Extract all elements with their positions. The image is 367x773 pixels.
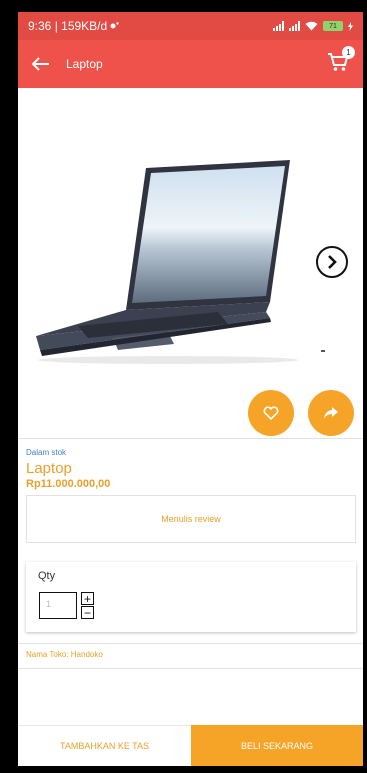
app-bar: Laptop 1 xyxy=(18,40,363,88)
quantity-label: Qty xyxy=(38,570,56,582)
status-right: 71 xyxy=(273,21,353,31)
notification-icon xyxy=(110,21,119,28)
battery-icon: 71 xyxy=(323,21,343,31)
write-review-label: Menulis review xyxy=(161,514,221,524)
buy-now-label: BELI SEKARANG xyxy=(240,740,314,751)
next-image-button[interactable] xyxy=(316,246,348,278)
share-button[interactable] xyxy=(308,390,354,436)
product-name: Laptop xyxy=(26,460,72,477)
screen: 9:36 | 159KB/d 71 Laptop 1 Dalam stok La… xyxy=(18,12,363,766)
divider xyxy=(18,643,363,644)
bottom-action-bar: TAMBAHKAN KE TAS BELI SEKARANG xyxy=(18,725,363,766)
quantity-increase-button[interactable]: + xyxy=(81,592,94,605)
product-gallery[interactable] xyxy=(18,88,363,438)
cart-badge: 1 xyxy=(342,46,355,59)
divider xyxy=(18,438,363,439)
store-name: Nama Toko: Handoko xyxy=(26,650,103,659)
divider xyxy=(18,668,363,669)
stock-status: Dalam stok xyxy=(26,448,67,457)
status-time: 9:36 | 159KB/d xyxy=(28,19,108,33)
buy-now-button[interactable]: BELI SEKARANG xyxy=(191,725,363,766)
favorite-button[interactable] xyxy=(248,390,294,436)
quantity-input[interactable]: 1 xyxy=(39,592,77,619)
share-icon xyxy=(324,407,338,419)
back-arrow-icon[interactable] xyxy=(30,57,52,71)
add-to-bag-button[interactable]: TAMBAHKAN KE TAS xyxy=(18,725,191,766)
page-title: Laptop xyxy=(66,57,103,71)
cart-button[interactable]: 1 xyxy=(327,46,355,76)
quantity-decrease-button[interactable]: − xyxy=(81,606,94,619)
charging-icon xyxy=(348,21,353,31)
chevron-right-icon xyxy=(328,255,337,269)
signal-icon xyxy=(273,21,284,31)
status-bar: 9:36 | 159KB/d 71 xyxy=(18,12,363,40)
write-review-button[interactable]: Menulis review xyxy=(26,495,356,543)
wifi-icon xyxy=(305,21,318,31)
status-left: 9:36 | 159KB/d xyxy=(28,19,119,33)
signal-2-icon xyxy=(289,21,300,31)
heart-icon xyxy=(263,406,279,420)
product-price: Rp11.000.000,00 xyxy=(26,478,111,490)
add-to-bag-label: TAMBAHKAN KE TAS xyxy=(59,741,150,751)
laptop-image xyxy=(36,160,325,364)
quantity-card: Qty 1 + − xyxy=(26,562,356,632)
